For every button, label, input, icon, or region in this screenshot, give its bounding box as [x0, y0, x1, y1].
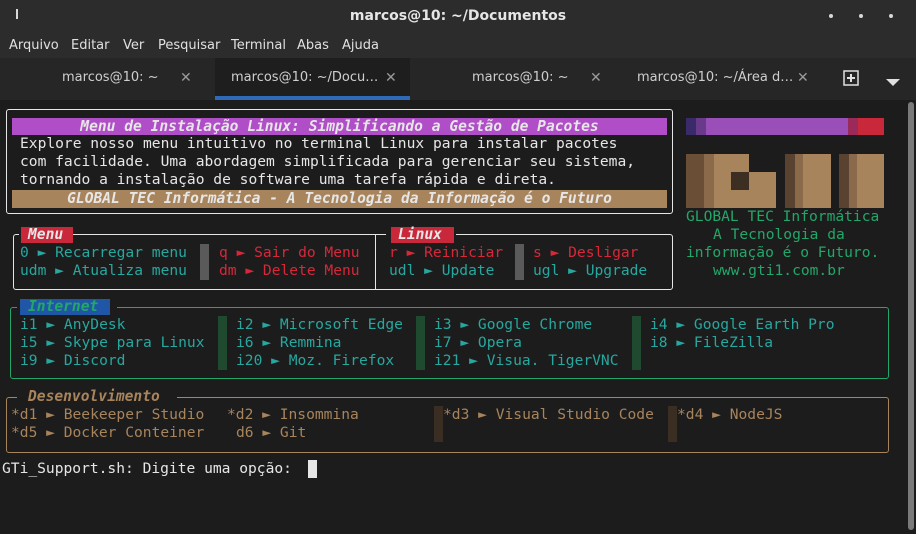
close-icon[interactable] — [886, 8, 896, 26]
terminal-area[interactable]: Menu de Instalação Linux: Simplificando … — [0, 100, 905, 534]
menu-item: q ► Sair do Menu — [219, 244, 360, 261]
scrollbar[interactable] — [905, 100, 916, 534]
internet-item: i8 ► FileZilla — [650, 334, 774, 351]
internet-item: i2 ► Microsoft Edge — [236, 316, 403, 333]
logo-text-line: www.gti1.com.br — [713, 262, 845, 279]
window-title: marcos@10: ~/Documentos — [349, 8, 567, 24]
dev-item: *d2 ► Insommina — [227, 406, 359, 423]
dev-item: *d5 ► Docker Conteiner — [11, 424, 205, 441]
tab-3[interactable]: marcos@10: ~ ✕ — [410, 58, 610, 100]
logo-text-line: GLOBAL TEC Informática — [686, 208, 880, 225]
title-bar: marcos@10: ~/Documentos — [0, 0, 916, 33]
logo-text-line: informação é o Futuro. — [686, 244, 880, 261]
chevron-down-icon[interactable] — [886, 74, 900, 92]
header-line: tornando a instalação de software uma ta… — [20, 171, 556, 188]
menu-ajuda[interactable]: Ajuda — [342, 38, 379, 53]
internet-item: i4 ► Google Earth Pro — [650, 316, 835, 333]
menu-arquivo[interactable]: Arquivo — [9, 38, 59, 53]
internet-item: i21 ► Visua. TigerVNC — [434, 352, 619, 369]
tab-label: marcos@10: ~/Docu… — [231, 70, 379, 85]
maximize-icon[interactable] — [856, 8, 866, 26]
linux-title: Linux — [398, 226, 442, 243]
menu-editar[interactable]: Editar — [71, 38, 110, 53]
menu-item: 0 ► Recarregar menu — [20, 244, 187, 261]
menu-pesquisar[interactable]: Pesquisar — [158, 38, 220, 53]
header-line: com facilidade. Uma abordagem simplifica… — [20, 153, 636, 170]
menu-item: udl ► Update — [389, 262, 495, 279]
internet-item: i5 ► Skype para Linux — [20, 334, 205, 351]
close-tab-icon[interactable]: ✕ — [180, 69, 192, 86]
dev-item: d6 ► Git — [236, 424, 307, 441]
menu-box-divider — [375, 235, 376, 289]
dev-item: *d3 ► Visual Studio Code — [443, 406, 654, 423]
internet-title: Internet — [28, 298, 99, 315]
menu-title: Menu — [28, 226, 64, 243]
menu-item: udm ► Atualiza menu — [20, 262, 187, 279]
dev-title: Desenvolvimento — [28, 388, 160, 405]
menu-item: r ► Reiniciar — [389, 244, 504, 261]
prompt-text: GTi_Support.sh: Digite uma opção: — [2, 460, 301, 477]
internet-item: i20 ► Moz. Firefox — [236, 352, 395, 369]
tab-label: marcos@10: ~ — [472, 70, 569, 85]
internet-item: i3 ► Google Chrome — [434, 316, 593, 333]
new-tab-icon[interactable] — [843, 70, 859, 91]
internet-item: i1 ► AnyDesk — [20, 316, 126, 333]
dev-item: *d4 ► NodeJS — [677, 406, 783, 423]
tab-2[interactable]: marcos@10: ~/Docu… ✕ — [215, 58, 410, 100]
menu-abas[interactable]: Abas — [297, 38, 329, 53]
internet-item: i7 ► Opera — [434, 334, 522, 351]
dev-item: *d1 ► Beekeeper Studio — [11, 406, 205, 423]
tab-4[interactable]: marcos@10: ~/Área d… ✕ — [610, 58, 820, 100]
internet-item: i6 ► Remmina — [236, 334, 342, 351]
close-tab-icon[interactable]: ✕ — [385, 69, 397, 86]
internet-item: i9 ► Discord — [20, 352, 126, 369]
tab-label: marcos@10: ~ — [62, 70, 159, 85]
scrollbar-thumb[interactable] — [908, 102, 914, 530]
header-title: Menu de Instalação Linux: Simplificando … — [80, 118, 599, 135]
tab-bar: marcos@10: ~ ✕ marcos@10: ~/Docu… ✕ marc… — [0, 58, 916, 100]
menu-item: ugl ► Upgrade — [533, 262, 648, 279]
tab-1[interactable]: marcos@10: ~ ✕ — [0, 58, 210, 100]
menu-bar: Arquivo Editar Ver Pesquisar Terminal Ab… — [0, 33, 916, 58]
menu-ver[interactable]: Ver — [123, 38, 144, 53]
close-tab-icon[interactable]: ✕ — [797, 69, 809, 86]
menu-item: s ► Desligar — [533, 244, 639, 261]
menu-terminal[interactable]: Terminal — [231, 38, 286, 53]
minimize-icon[interactable] — [826, 8, 836, 26]
header-line: Explore nosso menu intuitivo no terminal… — [20, 135, 618, 152]
header-footer: GLOBAL TEC Informática - A Tecnologia da… — [67, 190, 612, 207]
close-tab-icon[interactable]: ✕ — [590, 69, 602, 86]
tab-label: marcos@10: ~/Área d… — [637, 70, 794, 85]
text-cursor[interactable] — [308, 460, 317, 478]
logo-text-line: A Tecnologia da — [713, 226, 845, 243]
menu-item: dm ► Delete Menu — [219, 262, 360, 279]
